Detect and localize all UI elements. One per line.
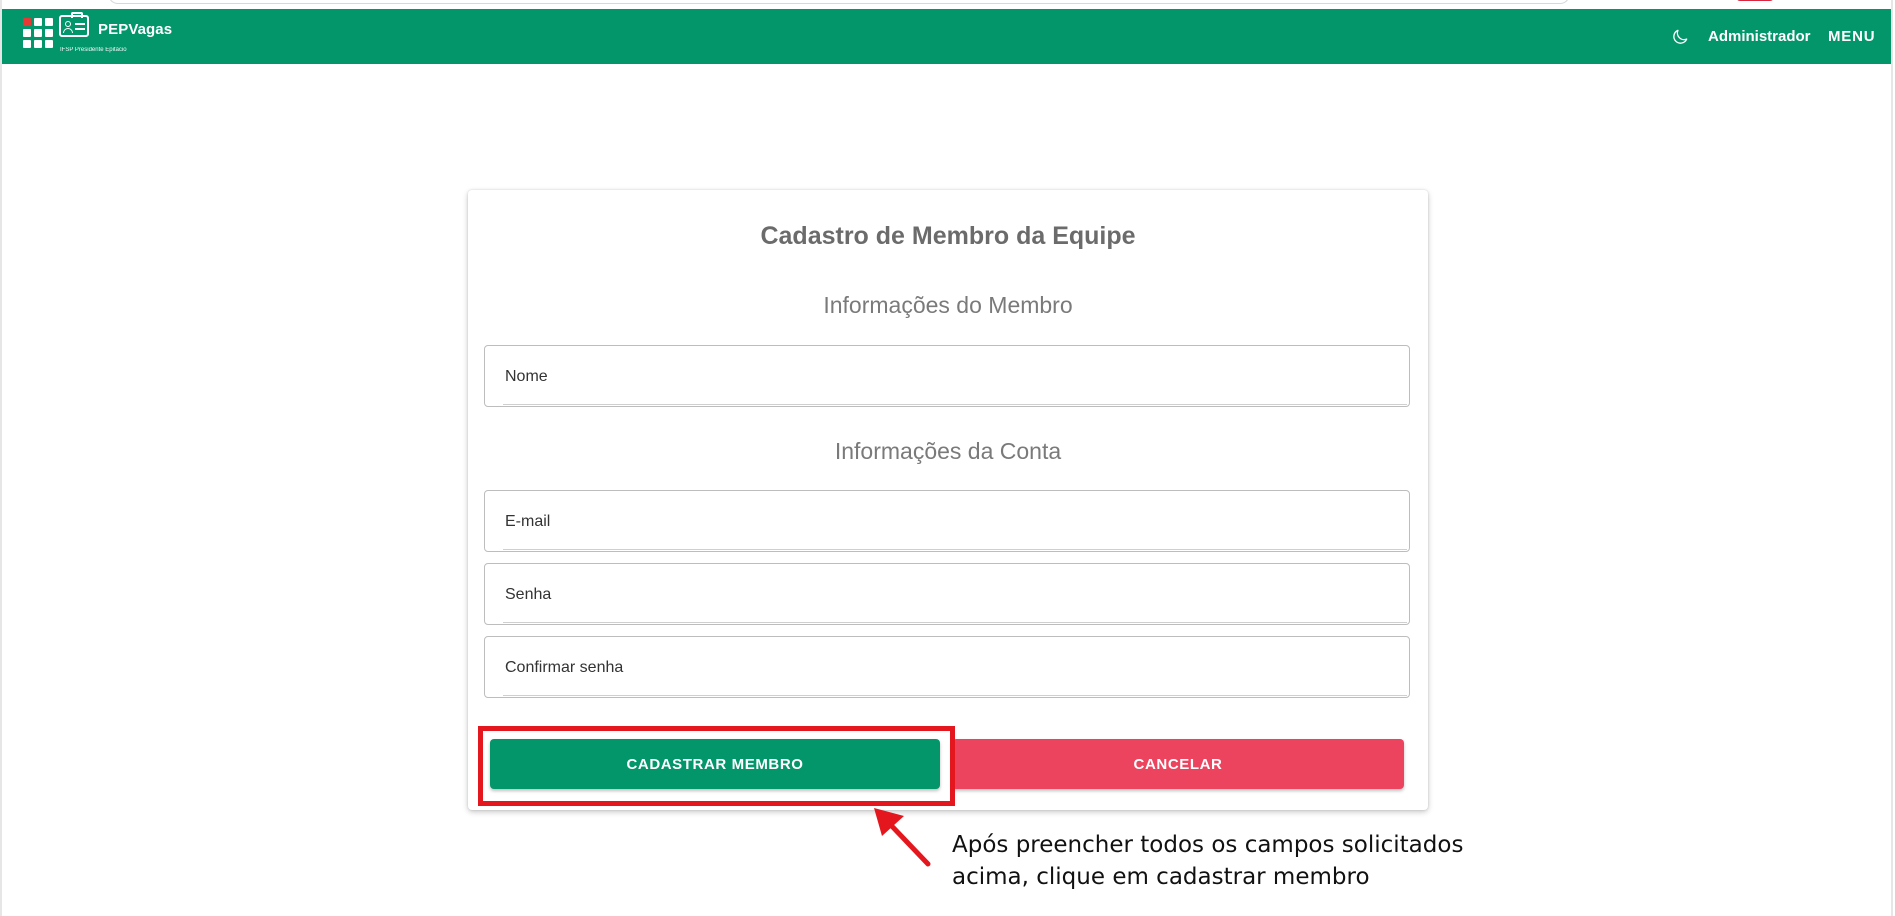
member-registration-card: Cadastro de Membro da Equipe Informações…: [468, 190, 1428, 810]
password-field[interactable]: [484, 563, 1410, 625]
name-input[interactable]: [503, 362, 1387, 392]
annotation-line-1: Após preencher todos os campos solicitad…: [952, 832, 1464, 858]
register-member-button[interactable]: CADASTRAR MEMBRO: [490, 739, 940, 789]
logo-badge-icon: [59, 12, 89, 37]
email-input[interactable]: [503, 507, 1387, 537]
annotation-arrow-icon: [874, 808, 931, 867]
brand-name[interactable]: PEPVagas: [98, 21, 172, 38]
member-info-heading: Informações do Membro: [823, 292, 1073, 318]
confirm-password-input[interactable]: [503, 653, 1387, 683]
page-title: Cadastro de Membro da Equipe: [760, 222, 1136, 250]
cancel-button[interactable]: CANCELAR: [952, 739, 1404, 789]
annotation-text: Após preencher todos os campos solicitad…: [952, 829, 1472, 893]
password-input[interactable]: [503, 580, 1387, 610]
app-header: PEPVagas IFSP Presidente Epitácio Admini…: [2, 9, 1893, 64]
email-field[interactable]: [484, 490, 1410, 552]
user-name[interactable]: Administrador: [1708, 28, 1811, 45]
confirm-password-field[interactable]: [484, 636, 1410, 698]
brand-subtitle: IFSP Presidente Epitácio: [60, 47, 127, 53]
account-info-heading: Informações da Conta: [834, 438, 1062, 464]
menu-button[interactable]: MENU: [1828, 28, 1875, 45]
browser-red-button: [1736, 0, 1774, 1]
apps-grid-icon[interactable]: [23, 18, 53, 56]
name-field[interactable]: [484, 345, 1410, 407]
annotation-line-2: acima, clique em cadastrar membro: [952, 864, 1370, 890]
browser-address-bar: [108, 0, 1570, 4]
moon-icon[interactable]: [1670, 27, 1690, 47]
